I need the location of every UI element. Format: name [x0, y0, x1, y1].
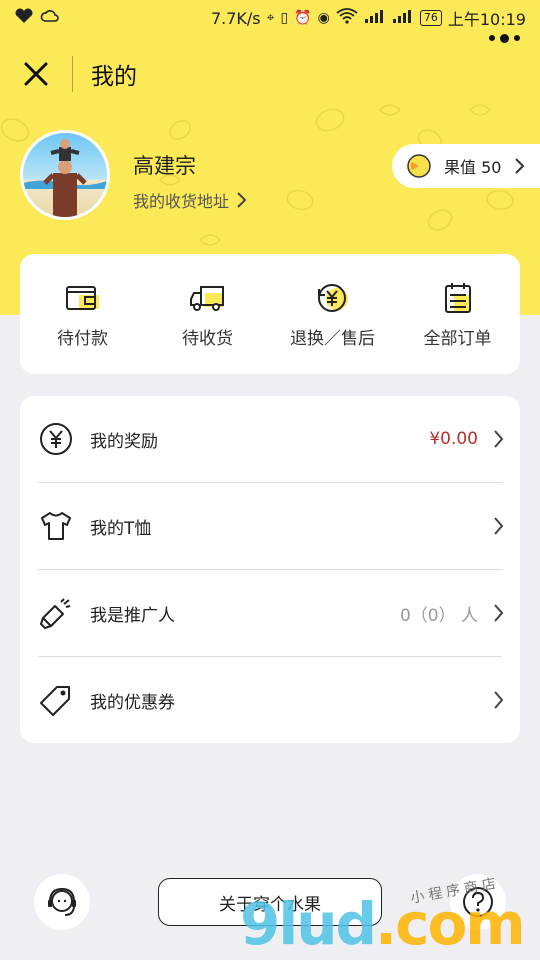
wallet-icon — [65, 280, 101, 316]
wifi-icon — [336, 8, 358, 28]
menu-item-label: 我是推广人 — [90, 605, 175, 626]
nav-divider — [72, 56, 73, 92]
tag-icon — [38, 682, 74, 718]
chevron-right-icon — [237, 192, 247, 208]
alarm-icon: ⏰ — [294, 10, 312, 26]
tshirt-icon — [38, 508, 74, 544]
promoter-count: 0（0） 人 — [399, 605, 478, 626]
close-button[interactable] — [0, 36, 72, 112]
chevron-right-icon — [515, 158, 525, 174]
menu-item-label: 我的T恤 — [90, 518, 152, 539]
signal-icon-2 — [392, 8, 414, 28]
menu-item-rewards[interactable]: 我的奖励 ¥0.00 — [20, 396, 520, 482]
chevron-right-icon — [494, 691, 504, 709]
fruit-value-label: 果值 50 — [444, 158, 502, 177]
user-name: 高建宗 — [133, 154, 196, 178]
menu-item-label: 我的奖励 — [90, 431, 158, 452]
avatar[interactable] — [20, 130, 110, 220]
menu-card: 我的奖励 ¥0.00 我的T恤 我是推广人 0（0） 人 我的优惠券 — [20, 396, 520, 743]
chevron-right-icon — [494, 517, 504, 535]
more-dot-icon — [499, 33, 509, 43]
order-pending-receipt[interactable]: 待收货 — [145, 254, 270, 374]
about-button[interactable]: 关于穿个水果 — [158, 878, 382, 926]
order-list-icon — [442, 280, 474, 316]
order-label: 待付款 — [57, 328, 108, 349]
avatar-image — [23, 139, 107, 217]
more-dot-icon — [488, 35, 495, 41]
customer-service-button[interactable] — [34, 874, 90, 930]
address-link-label: 我的收货地址 — [133, 192, 230, 211]
status-right: 7.7K/s ⌖ ▯ ⏰ ◉ 76 上午10:19 — [211, 6, 526, 30]
refund-yen-icon — [315, 280, 351, 316]
battery-level: 76 — [419, 10, 442, 26]
nav-bar: 我的 — [0, 36, 540, 112]
chevron-right-icon — [494, 430, 504, 448]
help-icon — [463, 887, 493, 917]
heart-monitor-icon — [14, 8, 34, 28]
orders-card: 待付款 待收货 退换／售后 全部订单 — [20, 254, 520, 374]
megaphone-icon — [38, 595, 74, 631]
truck-icon — [189, 280, 227, 316]
order-label: 退换／售后 — [290, 328, 375, 349]
more-dot-icon — [513, 35, 520, 41]
menu-item-tshirt[interactable]: 我的T恤 — [20, 483, 520, 569]
page-title: 我的 — [91, 64, 137, 90]
fruit-value-badge[interactable]: 果值 50 — [392, 144, 540, 188]
close-icon — [24, 62, 48, 86]
customer-service-icon — [48, 887, 76, 916]
yen-circle-icon — [38, 421, 74, 457]
network-speed: 7.7K/s — [210, 8, 261, 28]
address-link[interactable]: 我的收货地址 — [133, 188, 247, 212]
location-icon: ⌖ — [266, 10, 275, 26]
order-label: 待收货 — [182, 328, 233, 349]
status-bar: 7.7K/s ⌖ ▯ ⏰ ◉ 76 上午10:19 — [0, 0, 540, 36]
status-left — [14, 8, 60, 28]
menu-item-promoter[interactable]: 我是推广人 0（0） 人 — [20, 570, 520, 656]
menu-item-label: 我的优惠券 — [90, 692, 175, 713]
reward-amount: ¥0.00 — [429, 429, 478, 449]
order-label: 全部订单 — [423, 328, 492, 349]
help-button[interactable] — [450, 874, 506, 930]
more-button[interactable] — [486, 26, 522, 50]
menu-item-coupons[interactable]: 我的优惠券 — [20, 657, 520, 743]
order-refund-aftersale[interactable]: 退换／售后 — [270, 254, 395, 374]
order-pending-payment[interactable]: 待付款 — [20, 254, 145, 374]
cloud-icon — [40, 8, 60, 28]
eye-icon: ◉ — [317, 10, 330, 26]
vibrate-icon: ▯ — [280, 10, 289, 26]
order-all[interactable]: 全部订单 — [395, 254, 520, 374]
chevron-right-icon — [494, 604, 504, 622]
signal-icon — [364, 8, 386, 28]
lemon-coin-icon — [407, 154, 431, 178]
